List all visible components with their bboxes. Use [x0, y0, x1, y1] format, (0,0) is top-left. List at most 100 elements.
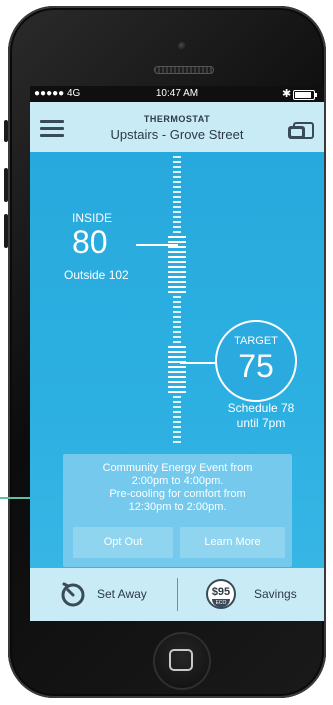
savings-amount: $95 [211, 586, 231, 598]
page-title: THERMOSTAT [143, 114, 211, 124]
bluetooth-icon: ✱ [282, 88, 292, 100]
scale-tick [168, 251, 186, 253]
event-line-1: Community Energy Event from [102, 462, 253, 474]
target-dial[interactable]: TARGET 75 [215, 320, 297, 402]
inside-indicator-line [136, 244, 178, 246]
scale-tick [173, 226, 181, 228]
inside-temperature: 80 [72, 224, 108, 260]
savings-button[interactable]: Savings [254, 587, 297, 601]
scale-tick [173, 396, 181, 398]
scale-tick [173, 191, 181, 193]
scale-tick [173, 196, 181, 198]
schedule-temperature: Schedule 78 [227, 401, 295, 415]
target-indicator-line [180, 362, 218, 364]
scale-tick [173, 321, 181, 323]
eco-label: ECO [212, 599, 230, 607]
scale-tick [173, 331, 181, 333]
scale-tick [173, 441, 181, 443]
scale-tick [173, 301, 181, 303]
scale-tick [168, 381, 186, 383]
schedule-info: Schedule 78 until 7pm [216, 401, 306, 431]
earpiece-speaker [154, 66, 214, 74]
timer-icon[interactable] [60, 581, 86, 607]
event-message: Community Energy Event from 2:00pm to 4:… [63, 462, 292, 514]
scale-tick [168, 366, 186, 368]
scale-tick [173, 341, 181, 343]
scale-tick [168, 281, 186, 283]
scale-tick [173, 306, 181, 308]
savings-badge-icon[interactable]: $95 ECO [206, 579, 236, 609]
scale-tick [173, 411, 181, 413]
inside-label: INSIDE [72, 211, 113, 225]
schedule-until: until 7pm [236, 416, 286, 430]
scale-tick [168, 276, 186, 278]
scale-tick [168, 266, 186, 268]
scale-tick [168, 286, 186, 288]
event-line-4: 12:30pm to 2:00pm. [128, 501, 227, 513]
scale-tick [168, 236, 186, 238]
scale-tick [173, 296, 181, 298]
scale-tick [168, 356, 186, 358]
set-away-button[interactable]: Set Away [97, 587, 147, 601]
scale-tick [168, 291, 186, 293]
scale-tick [168, 346, 186, 348]
app-header: THERMOSTAT Upstairs - Grove Street [30, 102, 324, 152]
mute-switch [4, 120, 8, 142]
scale-tick [173, 436, 181, 438]
home-button-icon [169, 649, 193, 671]
scale-tick [173, 401, 181, 403]
scale-tick [168, 391, 186, 393]
event-line-3: Pre-cooling for comfort from [109, 488, 246, 500]
scale-tick [168, 261, 186, 263]
scale-tick [173, 156, 181, 158]
target-label: TARGET [234, 335, 278, 347]
scale-tick [173, 221, 181, 223]
scale-tick [173, 186, 181, 188]
scale-tick [173, 431, 181, 433]
scale-tick [168, 271, 186, 273]
scale-tick [168, 376, 186, 378]
location-name[interactable]: Upstairs - Grove Street [30, 127, 324, 142]
volume-down-button [4, 214, 8, 248]
scale-tick [173, 206, 181, 208]
scale-tick [173, 336, 181, 338]
scale-tick [173, 181, 181, 183]
learn-more-button[interactable]: Learn More [180, 527, 285, 558]
volume-up-button [4, 168, 8, 202]
scale-tick [173, 421, 181, 423]
scale-tick [173, 316, 181, 318]
scale-tick [168, 351, 186, 353]
status-time: 10:47 AM [155, 88, 199, 99]
app-screen: ●●●●● 4G 10:47 AM ✱ THERMOSTAT Upstairs … [30, 86, 324, 621]
scale-tick [173, 176, 181, 178]
scale-tick [173, 416, 181, 418]
scale-tick [173, 216, 181, 218]
scale-tick [173, 171, 181, 173]
outside-temperature: Outside 102 [64, 268, 129, 282]
scale-tick [168, 371, 186, 373]
scale-tick [173, 326, 181, 328]
scale-tick [173, 211, 181, 213]
scale-tick [173, 426, 181, 428]
opt-out-button[interactable]: Opt Out [73, 527, 173, 558]
scale-tick [168, 246, 186, 248]
scale-tick [168, 241, 186, 243]
scale-tick [168, 386, 186, 388]
scale-tick [168, 256, 186, 258]
bottom-bar: Set Away $95 ECO Savings [30, 568, 324, 621]
home-button[interactable] [153, 632, 211, 690]
front-camera [178, 42, 186, 50]
target-temperature: 75 [238, 348, 274, 384]
temperature-scale[interactable] [148, 156, 208, 456]
battery-icon [293, 90, 317, 100]
scale-tick [173, 231, 181, 233]
scale-tick [173, 166, 181, 168]
scale-tick [173, 406, 181, 408]
event-line-2: 2:00pm to 4:00pm. [131, 475, 224, 487]
scale-tick [173, 161, 181, 163]
footer-divider [177, 578, 178, 611]
energy-event-card: Community Energy Event from 2:00pm to 4:… [63, 454, 292, 567]
devices-icon[interactable] [288, 122, 314, 139]
scale-tick [173, 311, 181, 313]
status-bar: ●●●●● 4G 10:47 AM ✱ [30, 86, 324, 102]
